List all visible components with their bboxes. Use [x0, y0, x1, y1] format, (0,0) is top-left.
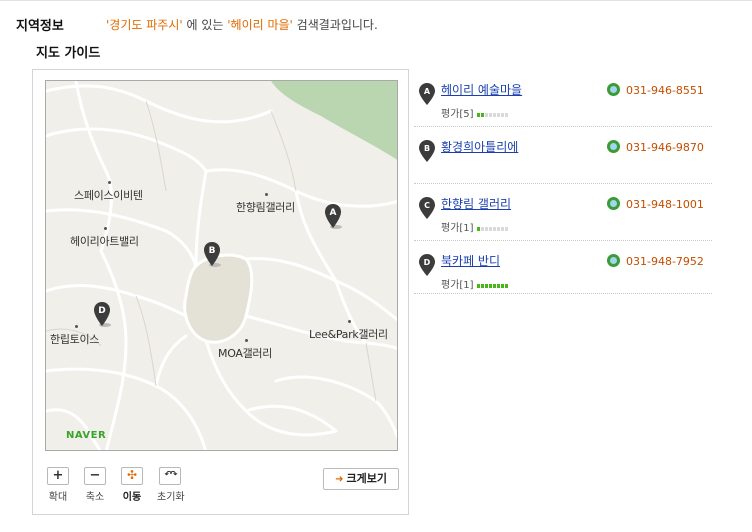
zoom-in-button[interactable]: + — [47, 467, 69, 485]
search-result-summary: '경기도 파주시' 에 있는 '헤이리 마을' 검색결과입니다. — [106, 16, 378, 33]
map-marker-b-icon[interactable]: B — [203, 241, 221, 267]
map-guide-title: 지도 가이드 — [36, 46, 101, 61]
rating-bar-segment — [500, 226, 504, 231]
marker-c-icon: C — [419, 197, 435, 219]
enlarge-map-label: 크게보기 — [346, 472, 387, 485]
zoom-out-label: 축소 — [85, 492, 105, 503]
map-marker-a-icon[interactable]: A — [324, 203, 342, 229]
rating-bar-segment — [492, 112, 496, 117]
rating-bar-segment — [496, 283, 500, 288]
svg-text:D: D — [424, 258, 431, 267]
search-region: '경기도 파주시' — [106, 18, 183, 32]
rating-bar-segment — [476, 283, 480, 288]
rating: 평가[1] — [441, 276, 509, 291]
rating-bar-segment — [476, 112, 480, 117]
svg-text:B: B — [209, 246, 216, 256]
rating-bar-segment — [504, 226, 508, 231]
list-item: B 황경희아틀리에 031-946-9870 — [414, 127, 712, 183]
phone-icon[interactable] — [607, 254, 620, 267]
rating-bar-segment — [492, 283, 496, 288]
svg-text:A: A — [330, 208, 337, 218]
rating-bar-segment — [504, 283, 508, 288]
marker-b-icon: B — [419, 140, 435, 162]
map-place-label: 한향림갤러리 — [236, 193, 295, 215]
rating-bars — [476, 109, 509, 120]
map-roads — [46, 81, 397, 450]
rating-bar-segment — [500, 112, 504, 117]
phone: 031-948-1001 — [607, 197, 704, 211]
rating-bar-segment — [480, 226, 484, 231]
reset-button[interactable]: ↶↷ — [159, 467, 181, 485]
svg-text:D: D — [98, 306, 105, 316]
search-text-1: 에 있는 — [182, 18, 228, 32]
rating-bar-segment — [484, 283, 488, 288]
map-panel: 스페이스이비텐 한향림갤러리 헤이리아트밸리 한립토이스 Lee&Park갤러리… — [32, 69, 409, 515]
move-button[interactable]: ✣ — [121, 467, 143, 485]
rating-bar-segment — [484, 226, 488, 231]
result-name-link[interactable]: 황경희아틀리에 — [441, 138, 518, 155]
marker-d-icon: D — [419, 254, 435, 276]
result-name-link[interactable]: 한향림 갤러리 — [441, 195, 511, 212]
move-label: 이동 — [122, 492, 142, 503]
naver-logo: NAVER — [66, 430, 107, 441]
rating-bar-segment — [480, 283, 484, 288]
rating-bar-segment — [492, 226, 496, 231]
svg-text:C: C — [424, 201, 430, 210]
phone-icon[interactable] — [607, 140, 620, 153]
divider — [414, 293, 712, 294]
map-place-label: 스페이스이비텐 — [74, 181, 143, 203]
map-place-label: Lee&Park갤러리 — [309, 320, 388, 342]
search-keyword: '헤이리 마을' — [227, 18, 293, 32]
rating-bar-segment — [496, 112, 500, 117]
rating: 평가[5] — [441, 105, 509, 120]
rating-bar-segment — [480, 112, 484, 117]
zoom-in-control[interactable]: + 확대 — [45, 467, 71, 503]
zoom-out-control[interactable]: − 축소 — [82, 467, 108, 503]
phone-icon[interactable] — [607, 197, 620, 210]
phone: 031-948-7952 — [607, 254, 704, 268]
marker-a-icon: A — [419, 83, 435, 105]
svg-text:A: A — [424, 87, 431, 96]
list-item: C 한향림 갤러리 평가[1] 031-948-1001 — [414, 184, 712, 240]
rating-bar-segment — [488, 283, 492, 288]
rating-bar-segment — [488, 226, 492, 231]
map-view[interactable]: 스페이스이비텐 한향림갤러리 헤이리아트밸리 한립토이스 Lee&Park갤러리… — [45, 80, 398, 451]
top-divider — [0, 0, 752, 1]
search-text-2: 검색결과입니다. — [292, 18, 378, 32]
move-control[interactable]: ✣ 이동 — [119, 467, 145, 503]
phone: 031-946-8551 — [607, 83, 704, 97]
enlarge-map-button[interactable]: ➜ 크게보기 — [323, 468, 399, 490]
arrow-right-icon: ➜ — [335, 474, 344, 485]
rating-bars — [476, 223, 509, 234]
rating-bar-segment — [496, 226, 500, 231]
svg-text:B: B — [424, 144, 430, 153]
map-marker-d-icon[interactable]: D — [93, 301, 111, 327]
rating-bar-segment — [504, 112, 508, 117]
result-name-link[interactable]: 북카페 반디 — [441, 252, 500, 269]
phone-icon[interactable] — [607, 83, 620, 96]
rating-bars — [476, 280, 509, 291]
reset-label: 초기화 — [157, 492, 185, 503]
rating-bar-segment — [500, 283, 504, 288]
reset-control[interactable]: ↶↷ 초기화 — [157, 467, 185, 503]
map-place-label: MOA갤러리 — [218, 339, 272, 361]
list-item: D 북카페 반디 평가[1] 031-948-7952 — [414, 241, 712, 297]
rating-bar-segment — [484, 112, 488, 117]
map-place-label: 헤이리아트밸리 — [70, 227, 139, 249]
rating-bar-segment — [488, 112, 492, 117]
phone: 031-946-9870 — [607, 140, 704, 154]
rating: 평가[1] — [441, 219, 509, 234]
result-name-link[interactable]: 헤이리 예술마을 — [441, 81, 522, 98]
section-title: 지역정보 — [16, 19, 64, 34]
rating-bar-segment — [476, 226, 480, 231]
zoom-in-label: 확대 — [48, 492, 68, 503]
list-item: A 헤이리 예술마을 평가[5] 031-946-8551 — [414, 70, 712, 126]
zoom-out-button[interactable]: − — [84, 467, 106, 485]
map-place-label: 한립토이스 — [50, 325, 99, 347]
